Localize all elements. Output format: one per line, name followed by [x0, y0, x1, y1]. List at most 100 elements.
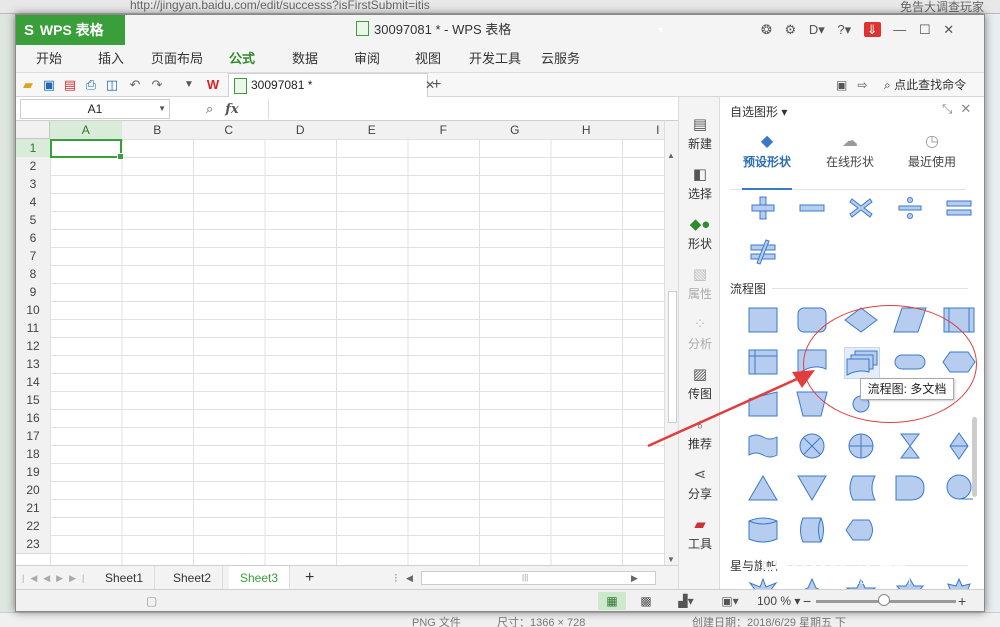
flowchart-merge-icon[interactable]	[795, 473, 829, 503]
eye-protect-button[interactable]: ▣▾	[716, 592, 744, 610]
row-header-14[interactable]: 14	[16, 373, 51, 392]
tab-recent[interactable]: ◷ 最近使用	[892, 131, 972, 170]
sheet-tab-2[interactable]: Sheet2	[162, 566, 224, 590]
sheet-nav-arrows[interactable]: |◀◀▶▶|	[22, 566, 90, 590]
row-header-23[interactable]: 23	[16, 535, 51, 554]
column-header-h[interactable]: H	[550, 121, 623, 140]
horizontal-scrollbar[interactable]: |||	[421, 571, 656, 585]
row-header-2[interactable]: 2	[16, 157, 51, 176]
wps-w-icon[interactable]: W	[204, 76, 222, 94]
taskpane-shapes[interactable]: ◆● 形状	[679, 215, 721, 265]
row-header-5[interactable]: 5	[16, 211, 51, 230]
scroll-right-icon[interactable]: ▶	[631, 566, 638, 590]
taskpane-properties[interactable]: ▧ 属性	[679, 265, 721, 315]
taskpane-share[interactable]: ⋖ 分享	[679, 465, 721, 515]
menu-view[interactable]: 视图	[415, 45, 441, 73]
column-header-f[interactable]: F	[407, 121, 480, 140]
row-header-3[interactable]: 3	[16, 175, 51, 194]
flowchart-process-icon[interactable]	[746, 305, 780, 335]
row-header-18[interactable]: 18	[16, 445, 51, 464]
flowchart-stored-data-icon[interactable]	[844, 473, 878, 503]
menu-insert[interactable]: 插入	[98, 45, 124, 73]
new-tab-button[interactable]: +	[432, 73, 441, 97]
view-normal-button[interactable]: ▦	[598, 592, 626, 610]
divide-icon[interactable]	[893, 193, 927, 223]
formula-input[interactable]	[268, 99, 676, 119]
taskpane-tools[interactable]: ▰ 工具	[679, 515, 721, 565]
row-header-15[interactable]: 15	[16, 391, 51, 410]
tab-document[interactable]: 30097081 * ✕	[228, 73, 435, 97]
not-equal-icon[interactable]	[746, 237, 780, 267]
zoom-out-button[interactable]: −	[803, 590, 811, 611]
scroll-left-icon[interactable]: ◀	[406, 566, 413, 590]
row-header-9[interactable]: 9	[16, 283, 51, 302]
redo-icon[interactable]: ↷	[148, 76, 166, 94]
undo-icon[interactable]: ↶	[126, 76, 144, 94]
zoom-slider-knob[interactable]	[878, 594, 890, 606]
menu-data[interactable]: 数据	[292, 45, 318, 73]
print-preview-icon[interactable]: ◫	[103, 76, 121, 94]
view-read-button[interactable]: ▟▾	[672, 592, 700, 610]
open-icon[interactable]: ▰	[19, 76, 37, 94]
row-header-12[interactable]: 12	[16, 337, 51, 356]
pane-dock-icon[interactable]: ⤡	[942, 101, 960, 116]
row-header-7[interactable]: 7	[16, 247, 51, 266]
menu-developer[interactable]: 开发工具	[469, 45, 521, 73]
row-header-19[interactable]: 19	[16, 463, 51, 482]
zoom-in-button[interactable]: +	[958, 590, 966, 611]
star-7-icon[interactable]	[942, 577, 976, 589]
tab-preset-shapes[interactable]: ◆ 预设形状	[727, 131, 807, 170]
taskpane-new[interactable]: ▤ 新建	[679, 115, 721, 165]
add-sheet-button[interactable]: +	[294, 566, 325, 590]
flowchart-collate-icon[interactable]	[893, 431, 927, 461]
row-header-22[interactable]: 22	[16, 517, 51, 536]
equals-icon[interactable]	[942, 193, 976, 223]
name-box[interactable]: A1 ▼	[20, 99, 170, 119]
flowchart-extract-icon[interactable]	[746, 473, 780, 503]
vertical-scrollbar[interactable]: ▲ ▼	[664, 121, 678, 565]
flowchart-sort-icon[interactable]	[942, 431, 976, 461]
cell-area[interactable]	[50, 139, 664, 565]
customize-dropdown-icon[interactable]: ▼	[180, 76, 198, 94]
row-header-6[interactable]: 6	[16, 229, 51, 248]
sheet-tab-1[interactable]: Sheet1	[94, 566, 156, 590]
plus-icon[interactable]	[746, 193, 780, 223]
column-header-c[interactable]: C	[193, 121, 266, 140]
column-header-b[interactable]: B	[121, 121, 194, 140]
column-header-i[interactable]: I	[622, 121, 664, 140]
save-icon[interactable]: ▣	[40, 76, 58, 94]
zoom-level[interactable]: 100 % ▾	[757, 590, 800, 611]
view-page-break-button[interactable]: ▩	[632, 592, 660, 610]
menu-formulas[interactable]: 公式	[229, 45, 255, 73]
sheet-tab-3[interactable]: Sheet3	[229, 566, 291, 590]
row-header-16[interactable]: 16	[16, 409, 51, 428]
row-header-13[interactable]: 13	[16, 355, 51, 374]
split-handle-icon[interactable]: ⁝	[394, 566, 398, 590]
find-command[interactable]: ⌕ 点此查找命令	[884, 73, 966, 97]
row-header-11[interactable]: 11	[16, 319, 51, 338]
maximize-button[interactable]: ☐	[919, 22, 931, 37]
row-header-20[interactable]: 20	[16, 481, 51, 500]
tab-online-shapes[interactable]: ☁ 在线形状	[810, 131, 890, 170]
row-header-1[interactable]: 1	[16, 139, 51, 158]
flowchart-delay-icon[interactable]	[893, 473, 927, 503]
row-header-21[interactable]: 21	[16, 499, 51, 518]
select-all-corner[interactable]	[16, 121, 50, 139]
multiply-icon[interactable]	[844, 193, 878, 223]
menu-page-layout[interactable]: 页面布局	[151, 45, 203, 73]
export-pdf-icon[interactable]: ▤	[61, 76, 79, 94]
column-header-g[interactable]: G	[479, 121, 552, 140]
flowchart-sequential-access-icon[interactable]	[942, 473, 976, 503]
row-header-8[interactable]: 8	[16, 265, 51, 284]
menu-cloud[interactable]: 云服务	[541, 45, 580, 73]
close-button[interactable]: ✕	[943, 22, 954, 37]
function-icon[interactable]: fx	[225, 102, 238, 117]
scroll-up-icon[interactable]: ▲	[667, 151, 675, 160]
print-icon[interactable]: ⎙	[82, 76, 100, 94]
menu-review[interactable]: 审阅	[354, 45, 380, 73]
pane-close-icon[interactable]: ✕	[960, 101, 979, 116]
share-icon[interactable]: ⇨	[857, 78, 867, 92]
wps-menu-button[interactable]: S WPS 表格 ▼	[16, 15, 665, 45]
active-cell[interactable]	[50, 139, 124, 160]
row-header-10[interactable]: 10	[16, 301, 51, 320]
